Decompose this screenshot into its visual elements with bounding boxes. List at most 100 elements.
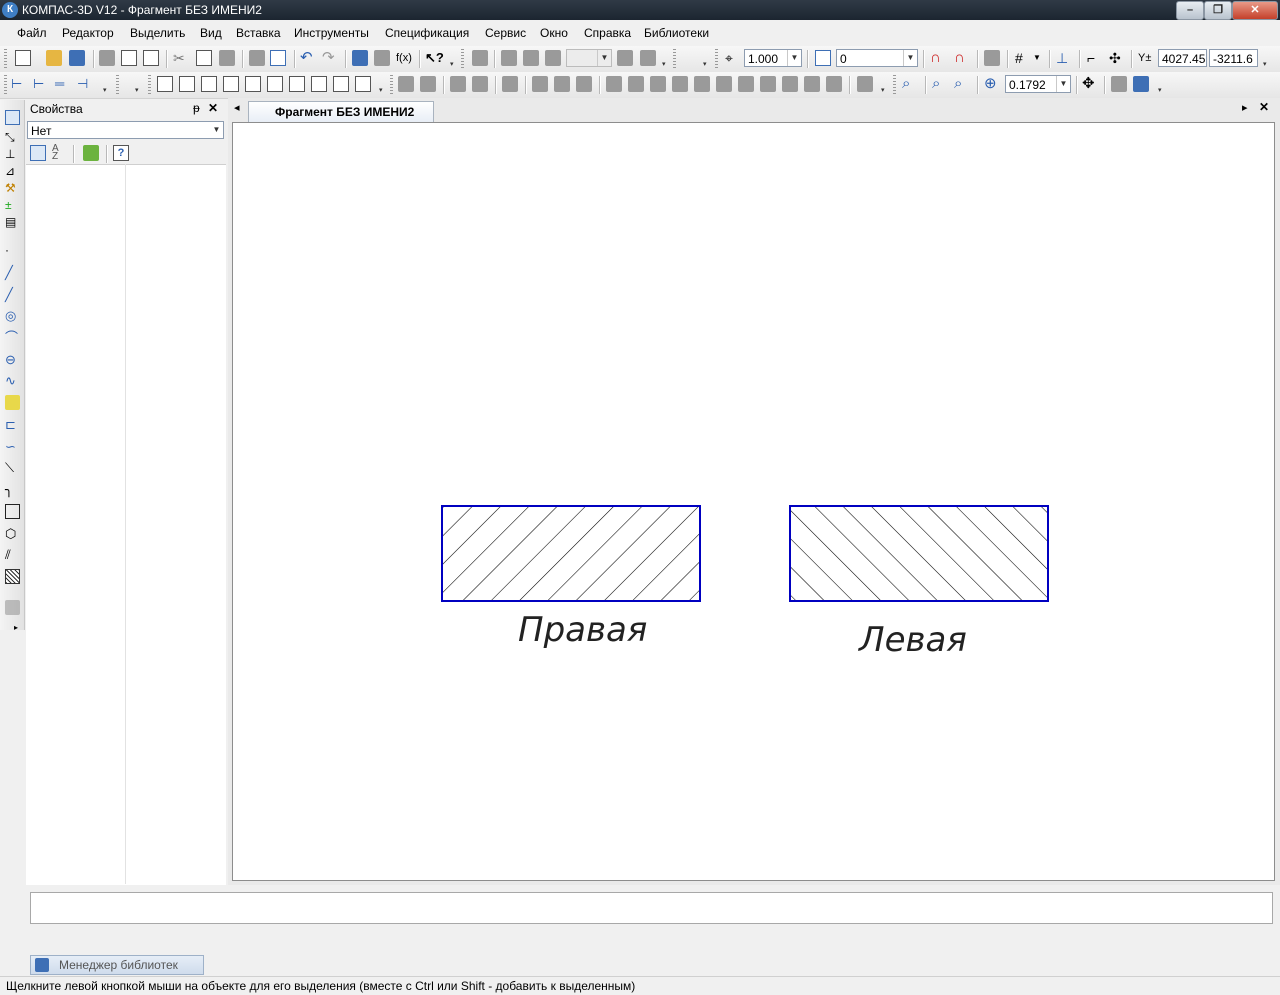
- label-left-hatch[interactable]: Левая: [857, 620, 967, 660]
- dimension-icon[interactable]: ⊢: [11, 76, 27, 92]
- toolbar-grip[interactable]: [4, 49, 7, 69]
- zoom-out-icon[interactable]: ⌕: [954, 76, 970, 92]
- scale-object-icon[interactable]: [450, 76, 466, 92]
- select-panel-icon[interactable]: ▤: [5, 215, 20, 230]
- print-icon[interactable]: [99, 50, 115, 66]
- toolbar-more-icon[interactable]: ▾: [1263, 61, 1269, 68]
- menu-libraries[interactable]: Библиотеки: [644, 26, 709, 40]
- menu-help[interactable]: Справка: [584, 26, 631, 40]
- toolbar-more-icon[interactable]: ▾: [881, 87, 887, 94]
- zoom-scale-icon[interactable]: ⊕: [984, 76, 1000, 92]
- offset-icon[interactable]: [738, 76, 754, 92]
- view-state-icon[interactable]: [523, 50, 539, 66]
- layer-select[interactable]: 0 ▼: [836, 49, 918, 67]
- context-help-icon[interactable]: ↖?: [425, 50, 444, 66]
- drawing-canvas[interactable]: Правая Левая: [232, 122, 1275, 881]
- collect-contour-icon[interactable]: [5, 600, 20, 615]
- toolbar-more-icon[interactable]: ▾: [662, 61, 668, 68]
- group-icon[interactable]: [857, 76, 873, 92]
- toolbar-grip[interactable]: [715, 49, 718, 69]
- zoom-in-icon[interactable]: ⌕: [932, 76, 948, 92]
- ortho-icon[interactable]: [984, 50, 1000, 66]
- clip-icon[interactable]: [760, 76, 776, 92]
- format-brush-icon[interactable]: [249, 50, 265, 66]
- menu-select[interactable]: Выделить: [130, 26, 185, 40]
- toolbar-more-icon[interactable]: ▾: [703, 61, 709, 68]
- circle-icon[interactable]: ◎: [5, 308, 20, 323]
- geometry-panel-icon[interactable]: [5, 110, 20, 125]
- constraint-tangent-icon[interactable]: [245, 76, 261, 92]
- cut-icon[interactable]: ✂: [173, 50, 189, 66]
- view-insert-icon[interactable]: [501, 50, 517, 66]
- local-cs-icon[interactable]: ⊥: [1056, 50, 1072, 66]
- constraint-horizontal-icon[interactable]: [157, 76, 173, 92]
- toolbar-grip[interactable]: [4, 75, 7, 95]
- toolbar-grip[interactable]: [673, 49, 676, 69]
- close-icon[interactable]: ✕: [208, 101, 218, 115]
- redo-icon[interactable]: ↷: [322, 50, 338, 66]
- local-snap-icon[interactable]: ∩: [954, 50, 970, 66]
- symbols-panel-icon[interactable]: ⊥: [5, 147, 20, 162]
- auxiliary-line-icon[interactable]: ╱: [5, 265, 20, 280]
- constraint-coincident-icon[interactable]: [267, 76, 283, 92]
- maximize-button[interactable]: ❐: [1204, 1, 1232, 20]
- explode-icon[interactable]: [782, 76, 798, 92]
- constraint-symmetry-icon[interactable]: [289, 76, 305, 92]
- menu-specification[interactable]: Спецификация: [385, 26, 469, 40]
- menu-tools[interactable]: Инструменты: [294, 26, 369, 40]
- toolbar-more-icon[interactable]: ▾: [379, 87, 385, 94]
- polyline-icon[interactable]: ⊏: [5, 417, 20, 432]
- fillet-tool-icon[interactable]: ╮: [5, 482, 20, 497]
- move-icon[interactable]: [398, 76, 414, 92]
- break-icon[interactable]: [628, 76, 644, 92]
- toolbar-grip[interactable]: [148, 75, 151, 95]
- pin-icon[interactable]: ᵽ: [193, 101, 200, 115]
- scale-select[interactable]: 1.000 ▼: [744, 49, 802, 67]
- split-icon[interactable]: [650, 76, 666, 92]
- tab-scroll-left-icon[interactable]: ◂: [234, 101, 240, 114]
- properties-grid[interactable]: [26, 164, 226, 885]
- ellipse-icon[interactable]: ⊖: [5, 352, 20, 367]
- save-icon[interactable]: [69, 50, 85, 66]
- snap-magnet-icon[interactable]: ∩: [930, 50, 946, 66]
- refresh-icon[interactable]: [1133, 76, 1149, 92]
- mirror-icon[interactable]: [472, 76, 488, 92]
- document-tab[interactable]: Фрагмент БЕЗ ИМЕНИ2: [248, 101, 434, 122]
- label-right-hatch[interactable]: Правая: [518, 610, 647, 650]
- snap-cursor-icon[interactable]: ✣: [1109, 50, 1125, 66]
- show-all-icon[interactable]: [1111, 76, 1127, 92]
- edit-panel-icon[interactable]: ⊿: [5, 164, 20, 179]
- view-current-icon[interactable]: [545, 50, 561, 66]
- variables-icon[interactable]: f(x): [396, 50, 412, 66]
- constraint-show-icon[interactable]: [355, 76, 371, 92]
- constraint-vertical-icon[interactable]: [179, 76, 195, 92]
- nurbs-icon[interactable]: [5, 395, 20, 410]
- new-document-icon[interactable]: [15, 50, 31, 66]
- layer-state-icon[interactable]: [640, 50, 656, 66]
- pan-icon[interactable]: ✥: [1082, 76, 1098, 92]
- parameters-icon[interactable]: [374, 50, 390, 66]
- layer-insert-icon[interactable]: [617, 50, 633, 66]
- coord-y-field[interactable]: -3211.6: [1209, 49, 1258, 67]
- parametrization-panel-icon[interactable]: ⚒: [5, 181, 20, 196]
- copy-icon[interactable]: [196, 50, 212, 66]
- object-type-select[interactable]: Нет ▼: [27, 121, 224, 139]
- segment-icon[interactable]: ╱: [5, 287, 20, 302]
- chevron-down-icon[interactable]: ▼: [1033, 50, 1049, 66]
- menu-editor[interactable]: Редактор: [62, 26, 114, 40]
- property-string-bar[interactable]: [30, 892, 1273, 924]
- toolbar-grip[interactable]: [893, 75, 896, 95]
- properties-table-icon[interactable]: [270, 50, 286, 66]
- constraint-align-icon[interactable]: [333, 76, 349, 92]
- rotate-icon[interactable]: [420, 76, 436, 92]
- point-icon[interactable]: ·: [5, 243, 20, 258]
- copy-array-icon[interactable]: [554, 76, 570, 92]
- undo-icon[interactable]: ↶: [300, 50, 316, 66]
- close-window-button[interactable]: ✕: [1232, 1, 1278, 20]
- rectangle-icon[interactable]: [5, 504, 20, 519]
- apply-properties-icon[interactable]: [83, 145, 99, 161]
- zoom-window-icon[interactable]: ⌕: [902, 76, 918, 92]
- tab-scroll-right-icon[interactable]: ▸: [1242, 101, 1248, 114]
- dimension-base-icon[interactable]: ═: [55, 76, 71, 92]
- properties-column-divider[interactable]: [125, 164, 126, 884]
